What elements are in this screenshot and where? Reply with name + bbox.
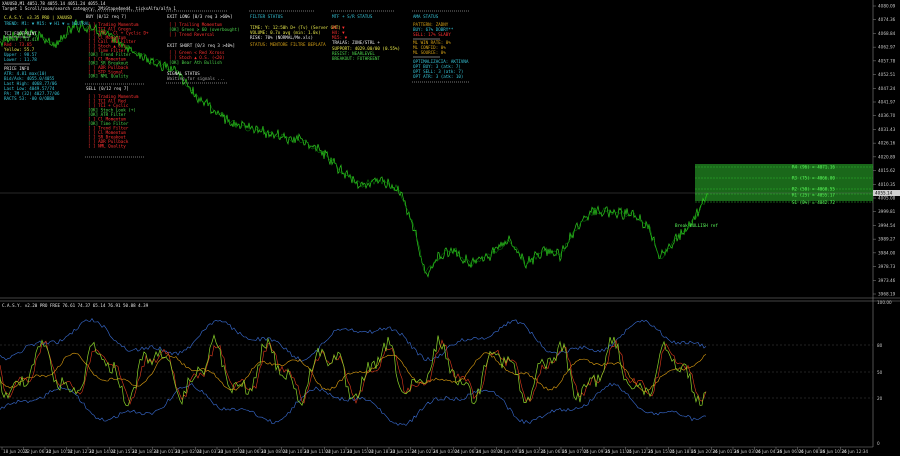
price-axis-label: 4041.97 bbox=[878, 100, 896, 105]
buy-panel: BUY [0/12 req 7] [ ] Trading Momentum[ ]… bbox=[85, 10, 149, 79]
exit-long-item: [ ] Trend Reversal bbox=[169, 32, 215, 37]
osc-axis-label: 100.00 bbox=[877, 300, 892, 305]
time-axis[interactable]: 18 Jun 202622 Jun 06:3422 Jun 10:5422 Ju… bbox=[1, 447, 869, 454]
target-zone[interactable] bbox=[695, 164, 873, 201]
sell-title: SELL [0/12 req 7] bbox=[86, 86, 129, 91]
exit-short-item: [OK] Bear Ath Bullish bbox=[169, 60, 222, 65]
price-axis-label: 4026.16 bbox=[878, 141, 896, 146]
oscillator-title: C.A.S.Y. v2.20 PRO FREE 76.61 74.37 65.1… bbox=[2, 303, 149, 308]
price-info-row: RACTS 53: -80 0/OBB8 bbox=[4, 96, 55, 101]
price-axis-label: 4015.62 bbox=[878, 168, 896, 173]
price-axis-label: 4074.36 bbox=[878, 17, 896, 22]
main-info-header2: TCI FOOTPRINT bbox=[4, 31, 37, 36]
price-axis-label: 4057.78 bbox=[878, 58, 896, 63]
mtf-sub: TRALAS: ZONE/STRL + bbox=[332, 40, 380, 45]
opt-row: OPT ATR: 3 (atk: 10) bbox=[413, 74, 463, 79]
zone-label-r4: R4 (96) = 4071.16 bbox=[792, 165, 835, 170]
price-axis-label: 3989.27 bbox=[878, 237, 896, 242]
mtf-panel: MTF + S/R STATUS H1: ▼ H4: ▼ M15: ▼ TRAL… bbox=[331, 10, 400, 61]
filter-title: FILTER STATUS bbox=[250, 14, 283, 19]
signal-panel: SIGNAL STATUS Waiting for signals ... bbox=[166, 71, 228, 84]
sell-panel: SELL [0/12 req 7] [ ] Trading Momentum[ … bbox=[85, 83, 145, 158]
exit-long-panel: EXIT LONG [0/3 req 3 >60%] [ ] Trailing … bbox=[166, 10, 240, 37]
price-axis-label: 3984.00 bbox=[878, 250, 896, 255]
exit-short-panel: EXIT SHORT [0/3 req 3 >40%] [ ] Green < … bbox=[167, 43, 235, 65]
price-axis-label: 3999.81 bbox=[878, 209, 896, 214]
main-info-title: C.A.S.Y. v3.35 PRO | XAUUSD bbox=[4, 15, 73, 20]
buy-title: BUY [0/12 req 7] bbox=[86, 14, 126, 19]
price-axis-label: 4047.24 bbox=[878, 86, 896, 91]
signal-status: Waiting for signals ... bbox=[167, 76, 225, 81]
trading-chart-window: R4 (96) = 4071.16 R3 (75) = 4066.00 R2 (… bbox=[0, 0, 900, 454]
break-annotation: Break BULLISH ref bbox=[675, 223, 718, 228]
oscillator-pane[interactable] bbox=[0, 301, 873, 447]
zone-label-s1: S1 (0%) = 4042.72 bbox=[792, 200, 835, 205]
sell-checklist-item: [ ] NML Quality bbox=[88, 144, 126, 149]
ama-panel: AMA STATUS PATTERN: ZADNY BUY: 67% DOBRY… bbox=[412, 10, 470, 83]
time-axis-label: 26 Jun 12:34 bbox=[842, 449, 869, 454]
price-axis-label: 4036.70 bbox=[878, 113, 896, 118]
price-axis-label: 4080.09 bbox=[878, 4, 896, 9]
osc-axis-label: 0 bbox=[877, 441, 880, 446]
zone-label-r1: R1 (25) = 4055.17 bbox=[792, 193, 835, 198]
price-axis-label: 4010.35 bbox=[878, 182, 896, 187]
price-axis[interactable]: 4080.09 4074.36 4068.84 4062.97 4057.78 4052.… bbox=[873, 4, 896, 297]
price-axis-label: 3978.73 bbox=[878, 264, 896, 269]
price-axis-label: 3994.54 bbox=[878, 223, 896, 228]
osc-lower-band bbox=[0, 382, 707, 426]
osc-axis-label: 80 bbox=[877, 343, 883, 348]
price-axis-label: 4068.84 bbox=[878, 31, 896, 36]
ml-row: ML SOURCE: 0% bbox=[413, 50, 446, 55]
main-info-row: Lower : 11.78 bbox=[4, 57, 37, 62]
price-axis-label: 4005.08 bbox=[878, 196, 896, 201]
buy-checklist-item: [OK] NML Quality bbox=[88, 74, 129, 79]
price-axis-label: 4031.43 bbox=[878, 127, 896, 132]
mtf-row2: BREAKOUT: FOTHREENT bbox=[332, 56, 380, 61]
osc-axis-label: 20 bbox=[877, 396, 883, 401]
price-axis-label: 4062.97 bbox=[878, 45, 896, 50]
mtf-title: MTF + S/R STATUS bbox=[332, 14, 373, 19]
price-axis-label: 3973.46 bbox=[878, 278, 896, 283]
filter-panel: FILTER STATUS TIME: Y: 12:50h D+ (Tv) (S… bbox=[249, 10, 341, 47]
zone-label-r3: R3 (75) = 4066.00 bbox=[792, 176, 835, 181]
filter-warning: STATUS: MENTORE FILTRE BEPLATA bbox=[250, 42, 326, 47]
osc-upper-band bbox=[0, 318, 707, 362]
chart-subtitle: Target 1 Scroll/zoom/search category: 2M… bbox=[2, 6, 176, 11]
price-axis-label: 3968.19 bbox=[878, 292, 896, 297]
exit-long-title: EXIT LONG [0/3 req 3 >60%] bbox=[167, 14, 233, 19]
osc-axis-label: 50 bbox=[877, 370, 883, 375]
current-price-label: 4055.14 bbox=[875, 191, 893, 196]
osc-signal-line bbox=[0, 352, 707, 393]
ama-row: SELL: 17% SLABY bbox=[413, 32, 451, 37]
zone-label-r2: R2 (50) = 4060.55 bbox=[792, 187, 835, 192]
main-info-trend: TREND: M1: ▼ M15: ▼ H1 ▼ = NEUTRAL bbox=[4, 21, 90, 26]
price-axis-label: 4052.51 bbox=[878, 72, 896, 77]
filter-row: RISK: 70% (NORMAL/Me.xls) bbox=[250, 35, 313, 40]
ama-title: AMA STATUS bbox=[413, 14, 439, 19]
exit-short-title: EXIT SHORT [0/3 req 3 >40%] bbox=[167, 43, 235, 48]
price-axis-label: 4020.89 bbox=[878, 154, 896, 159]
